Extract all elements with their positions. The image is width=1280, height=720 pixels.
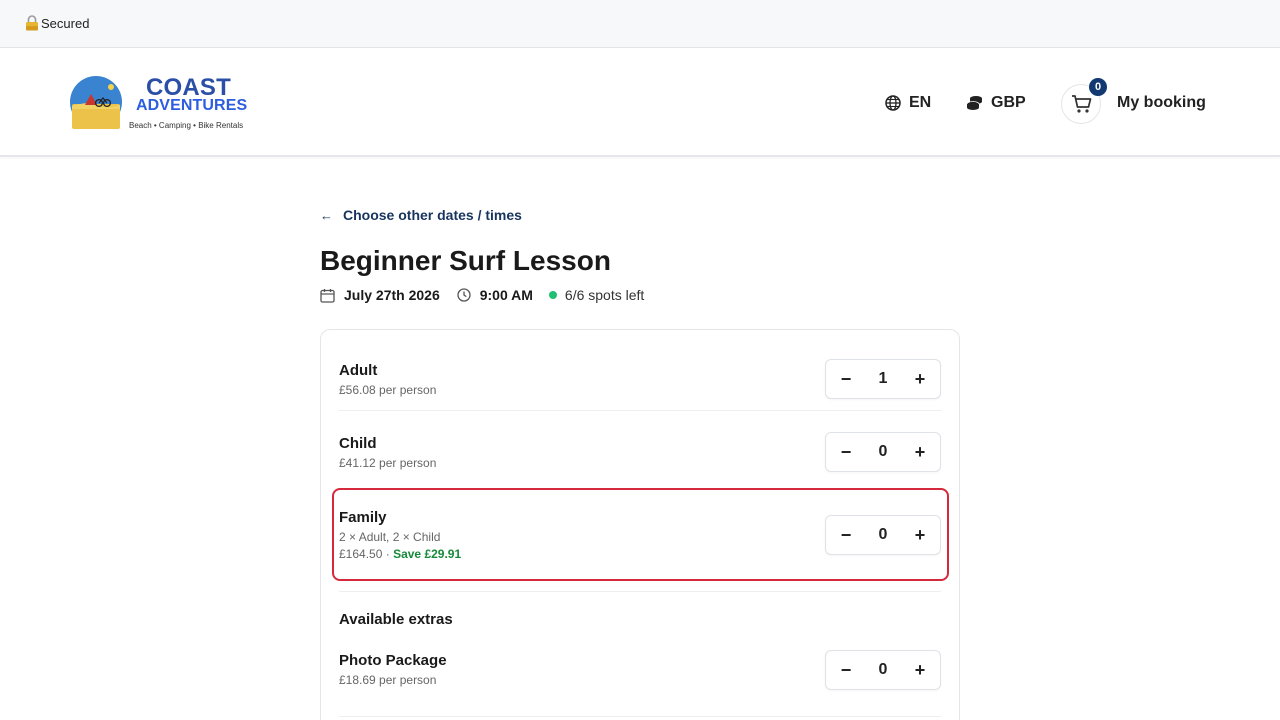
language-selector[interactable]: EN bbox=[885, 49, 931, 157]
choose-other-dates-link[interactable]: ← Choose other dates / times bbox=[320, 207, 522, 223]
increase-adult-button[interactable]: + bbox=[900, 360, 940, 398]
arrow-left-icon: ← bbox=[320, 207, 333, 223]
globe-icon bbox=[885, 95, 901, 111]
increase-photo-package-button[interactable]: + bbox=[900, 651, 940, 689]
extras-heading: Available extras bbox=[339, 611, 453, 628]
child-quantity-stepper[interactable]: − 0 + bbox=[825, 432, 941, 472]
my-booking-link[interactable]: My booking bbox=[1117, 49, 1206, 157]
cart-count-badge: 0 bbox=[1089, 78, 1107, 96]
decrease-adult-button[interactable]: − bbox=[826, 360, 866, 398]
currency-selector[interactable]: GBP bbox=[966, 49, 1026, 157]
secure-label: Secured bbox=[41, 16, 90, 31]
secure-bar: Secured bbox=[0, 0, 1280, 48]
increase-child-button[interactable]: + bbox=[900, 433, 940, 471]
brand-tagline: Beach • Camping • Bike Rentals bbox=[129, 121, 244, 130]
photo-package-quantity-stepper[interactable]: − 0 + bbox=[825, 650, 941, 690]
row-divider bbox=[339, 591, 941, 592]
decrease-child-button[interactable]: − bbox=[826, 433, 866, 471]
row-divider bbox=[339, 716, 941, 717]
brand-logo[interactable]: COAST ADVENTURES Beach • Camping • Bike … bbox=[68, 75, 258, 133]
child-quantity: 0 bbox=[878, 443, 888, 460]
logo-emblem-icon bbox=[70, 76, 122, 129]
page-title: Beginner Surf Lesson bbox=[320, 245, 611, 276]
activity-time: 9:00 AM bbox=[479, 287, 533, 303]
availability-dot-icon bbox=[548, 291, 557, 299]
site-header: COAST ADVENTURES Beach • Camping • Bike … bbox=[0, 49, 1280, 157]
family-ticket-highlight bbox=[332, 488, 949, 581]
cart-icon bbox=[1072, 95, 1092, 113]
brand-name-line2: ADVENTURES bbox=[136, 97, 248, 114]
clock-icon bbox=[457, 288, 471, 302]
lock-icon bbox=[26, 15, 38, 31]
row-divider bbox=[339, 410, 941, 411]
language-label: EN bbox=[909, 94, 932, 111]
my-booking-label: My booking bbox=[1117, 94, 1206, 111]
photo-package-quantity: 0 bbox=[878, 661, 888, 678]
coins-icon bbox=[966, 96, 982, 110]
calendar-icon bbox=[320, 288, 335, 303]
activity-date: July 27th 2026 bbox=[344, 287, 440, 303]
cart-button[interactable]: 0 bbox=[1061, 78, 1107, 124]
activity-meta: July 27th 2026 9:00 AM 6/6 spots left bbox=[320, 286, 644, 304]
currency-label: GBP bbox=[991, 94, 1026, 111]
adult-quantity-stepper[interactable]: − 1 + bbox=[825, 359, 941, 399]
adult-quantity: 1 bbox=[878, 370, 888, 387]
spots-left: 6/6 spots left bbox=[564, 287, 645, 303]
decrease-photo-package-button[interactable]: − bbox=[826, 651, 866, 689]
back-link-label: Choose other dates / times bbox=[343, 207, 522, 223]
